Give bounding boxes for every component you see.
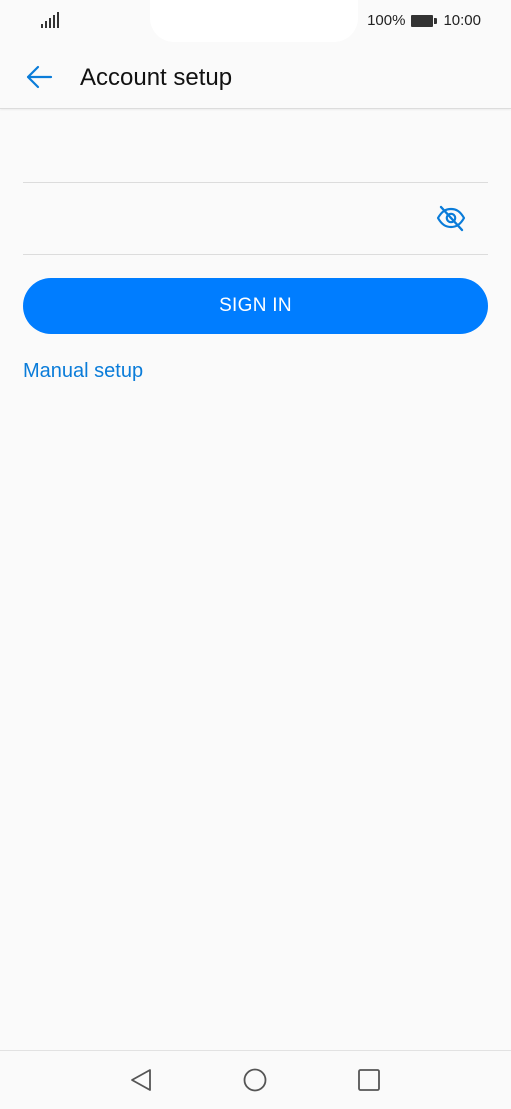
- sign-in-button[interactable]: SIGN IN: [23, 278, 488, 334]
- battery-icon: [411, 14, 438, 27]
- status-right: 100% 10:00: [367, 12, 481, 29]
- eye-off-icon[interactable]: [436, 203, 466, 233]
- manual-setup-link[interactable]: Manual setup: [23, 360, 143, 383]
- display-notch: [150, 0, 358, 42]
- nav-home-icon[interactable]: [242, 1067, 268, 1093]
- battery-percent: 100%: [367, 12, 406, 29]
- signal-icon: [41, 12, 59, 28]
- password-input[interactable]: [23, 214, 427, 246]
- navigation-bar: [0, 1050, 511, 1109]
- status-bar: 100% 10:00: [0, 0, 511, 44]
- nav-back-icon[interactable]: [128, 1067, 154, 1093]
- password-field[interactable]: [23, 183, 488, 255]
- email-input[interactable]: [23, 142, 427, 174]
- nav-recents-icon[interactable]: [356, 1067, 382, 1093]
- clock: 10:00: [443, 12, 481, 29]
- back-arrow-icon[interactable]: [24, 62, 54, 92]
- app-bar: Account setup: [0, 44, 511, 109]
- page-title: Account setup: [80, 64, 233, 91]
- email-field[interactable]: [23, 120, 488, 183]
